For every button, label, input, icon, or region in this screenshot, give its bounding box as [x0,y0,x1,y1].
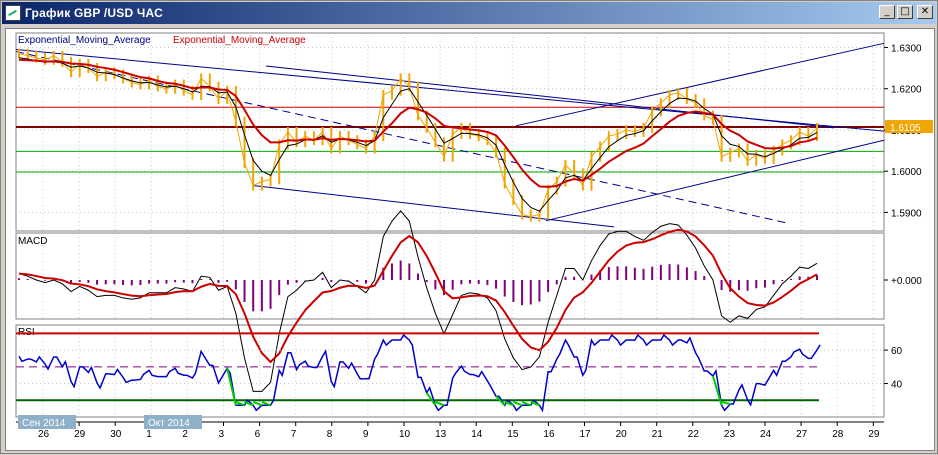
x-tick-label: 29 [74,429,86,440]
close-button[interactable]: ✕ [917,5,933,19]
x-tick-label: 7 [291,429,297,440]
price-tick-label: 1.6000 [891,167,922,178]
x-tick-label: 1 [146,429,152,440]
price-panel-frame [15,32,885,232]
x-tick-label: 8 [327,429,333,440]
macd-panel-frame [15,232,885,320]
x-tick-label: 27 [796,429,808,440]
price-tick-label: 1.5900 [891,208,922,219]
title-bar[interactable]: График GBP /USD ЧАС _ □ ✕ [2,2,936,24]
x-tick-label: 15 [507,429,519,440]
month-label: Сен 2014 [22,418,66,429]
x-tick-label: 10 [399,429,411,440]
minimize-button[interactable]: _ [879,5,895,19]
chart-window: График GBP /USD ЧАС _ □ ✕ 1.6300 1.6200 1.… [0,0,938,454]
chart-area[interactable]: 1.63001.62001.61001.60001.5900Exponentia… [5,28,935,451]
month-label: Окт 2014 [148,418,190,429]
macd-tick-label: +0.000 [891,276,922,287]
legend-ema-fast: Exponential_Moving_Average [18,35,151,46]
chart-canvas[interactable]: 1.63001.62001.61001.60001.5900Exponentia… [6,29,934,450]
x-tick-label: 2 [182,429,188,440]
x-tick-label: 28 [832,429,844,440]
price-tick-label: 1.6300 [891,43,922,54]
legend-ema-slow: Exponential_Moving_Average [173,35,306,46]
rsi-tick-label: 40 [891,380,903,391]
chart-app-icon [5,5,21,21]
x-tick-label: 20 [616,429,628,440]
x-tick-label: 16 [543,429,555,440]
x-tick-label: 13 [435,429,447,440]
macd-title: MACD [18,236,47,247]
x-tick-label: 29 [868,429,880,440]
window-title: График GBP /USD ЧАС [25,6,163,20]
x-tick-label: 3 [219,429,225,440]
x-tick-label: 22 [688,429,700,440]
x-tick-label: 24 [760,429,772,440]
x-tick-label: 21 [652,429,664,440]
x-tick-label: 9 [363,429,369,440]
x-tick-label: 14 [471,429,483,440]
restore-button[interactable]: □ [897,5,913,19]
x-tick-label: 6 [255,429,261,440]
current-price-label: 1.6105 [890,123,921,134]
rsi-panel-frame [15,324,885,418]
x-tick-label: 17 [580,429,592,440]
x-tick-label: 26 [38,429,50,440]
x-tick-label: 30 [110,429,122,440]
rsi-tick-label: 60 [891,346,903,357]
price-tick-label: 1.6200 [891,85,922,96]
x-tick-label: 23 [724,429,736,440]
